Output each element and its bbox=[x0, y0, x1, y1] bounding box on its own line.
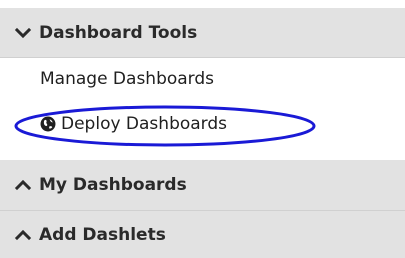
dashboard-sidebar-panel: Dashboard Tools Manage Dashboards Deploy… bbox=[0, 0, 405, 258]
menu-item-label: Deploy Dashboards bbox=[61, 114, 228, 134]
globe-icon bbox=[40, 116, 56, 132]
menu-item-manage-dashboards[interactable]: Manage Dashboards bbox=[40, 69, 214, 89]
section-title: Add Dashlets bbox=[39, 224, 166, 245]
menu-item-deploy-dashboards[interactable]: Deploy Dashboards bbox=[40, 114, 227, 134]
section-title: Dashboard Tools bbox=[39, 22, 198, 43]
chevron-down-icon bbox=[14, 26, 32, 40]
section-title: My Dashboards bbox=[39, 175, 187, 195]
section-header-my-dashboards[interactable]: My Dashboards bbox=[0, 160, 405, 211]
chevron-up-icon bbox=[14, 228, 32, 242]
chevron-up-icon bbox=[14, 178, 32, 192]
section-header-add-dashlets[interactable]: Add Dashlets bbox=[0, 211, 405, 258]
section-header-dashboard-tools[interactable]: Dashboard Tools bbox=[0, 8, 405, 58]
